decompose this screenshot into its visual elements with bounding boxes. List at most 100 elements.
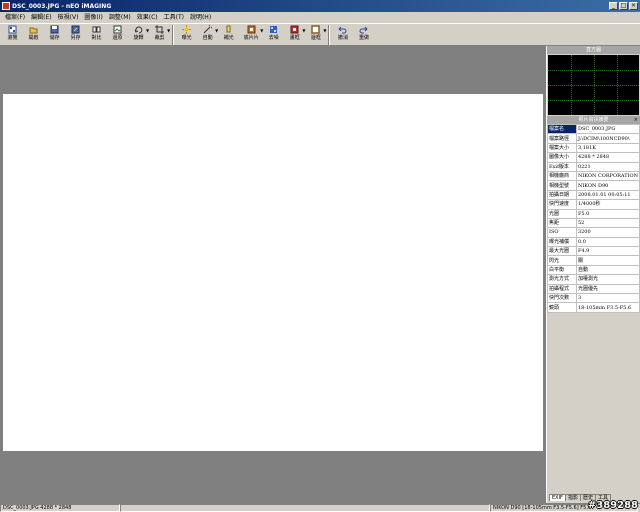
info-value: NIKON CORPORATION [575,170,640,182]
info-value: F4.9 [575,246,640,257]
table-row[interactable]: 檔案名 DSC_0003.JPG [547,123,640,135]
minimize-button[interactable]: _ [609,2,618,10]
menu-tools[interactable]: 工具(T) [161,13,187,23]
film-icon [247,25,256,34]
info-key: ISO [547,227,577,238]
crop-icon [155,25,165,34]
table-row[interactable]: 焦距 52 [547,217,640,229]
info-key: 拍攝程式 [547,283,577,295]
app-icon [2,2,10,10]
table-row[interactable]: 圖像大小 4288 * 2848 [547,152,640,163]
menu-adjust[interactable]: 調整(M) [106,13,134,23]
toolbar: 瀏覽 開啟 儲存 另存 對比 還原 旋轉 ▼ 裁剪 ▼ 曝光 自動 ▼ 補光 底… [0,23,640,46]
save-button[interactable]: 儲存 [44,24,65,46]
redo-button[interactable]: 重做 [353,24,374,46]
crop-dropdown-icon[interactable]: ▼ [167,28,170,33]
tab-exif[interactable]: EXIF [549,494,566,501]
info-key: 檔案名 [547,123,577,135]
exposure-icon [182,25,192,34]
info-value: 18-105mm F3.5-F5.6 [575,302,640,313]
info-key: 測光方式 [547,274,577,285]
open-button[interactable]: 開啟 [23,24,44,46]
table-row[interactable]: 檔案大小 3,181K [547,142,640,154]
watermark: #389288 [587,500,638,511]
status-bar: DSC_0003.JPG 4288 * 2848 NIKON D90 [18-1… [0,503,640,512]
close-button[interactable]: × [629,2,638,10]
info-key: Exif版本 [547,161,577,172]
info-key: 相機型號 [547,180,577,191]
frame-icon [290,25,299,34]
info-key: 快門速度 [547,199,577,210]
menu-help[interactable]: 說明(H) [187,13,214,23]
info-value: 自動 [575,264,640,276]
compare-icon [92,25,101,34]
undo-icon [338,25,347,34]
table-row[interactable]: 快門速度 1/4000秒 [547,199,640,210]
table-row[interactable]: 鏡頭 18-105mm F3.5-F5.6 [547,302,640,313]
table-row[interactable]: 白平衡 自動 [547,264,640,276]
table-row[interactable]: 曝光補償 0.0 [547,236,640,248]
save-as-button[interactable]: 另存 [65,24,86,46]
table-row[interactable]: 最大光圈 F4.9 [547,246,640,257]
folder-open-icon [29,25,38,34]
info-key: 圖像大小 [547,152,577,163]
table-row[interactable]: 拍攝程式 光圈優先 [547,283,640,295]
denoise-button[interactable]: 去噪 [263,24,284,46]
window-title: DSC_0003.JPG - nEO iMAGING [12,2,112,10]
info-value: 3 [575,293,640,304]
menu-effects[interactable]: 效果(C) [134,13,161,23]
histogram-gridline [594,55,595,115]
menu-view[interactable]: 檢視(V) [55,13,82,23]
menu-file[interactable]: 檔案(F) [2,13,28,23]
image-canvas[interactable] [3,94,543,451]
table-row[interactable]: 相機廠商 NIKON CORPORATION [547,170,640,182]
fill-light-button[interactable]: 補光 [218,24,239,46]
table-row[interactable]: 光圈 F5.0 [547,208,640,219]
tab-projection[interactable]: 指影 [564,494,581,501]
info-value: 0221 [575,161,640,172]
edge-dropdown-icon[interactable]: ▼ [323,28,326,33]
menu-edit[interactable]: 編輯(E) [28,13,54,23]
histogram [548,55,639,115]
exposure-button[interactable]: 曝光 [176,24,197,46]
toolbar-separator [328,25,331,45]
table-row[interactable]: 檔案路徑 J:\DCIM\100NCD90\ [547,133,640,144]
info-header: 照片資訊摘要 × [547,116,640,124]
app-window: DSC_0003.JPG - nEO iMAGING _ □ × 檔案(F) 編… [0,0,640,512]
table-row[interactable]: 閃光關 [547,255,640,266]
close-icon[interactable]: × [634,116,638,124]
restore-button[interactable]: 還原 [107,24,128,46]
rotate-icon [134,25,143,34]
image-workspace [0,46,546,503]
info-value: 光圈優先 [575,283,640,295]
info-key: 檔案路徑 [547,133,577,144]
info-value: 3200 [575,227,640,238]
table-row[interactable]: 快門次數 3 [547,293,640,304]
table-row[interactable]: 相機型號 NIKON D90 [547,180,640,191]
denoise-icon [269,25,278,34]
info-value: DSC_0003.JPG [575,123,640,135]
browse-button[interactable]: 瀏覽 [2,24,23,46]
title-bar: DSC_0003.JPG - nEO iMAGING _ □ × [0,0,640,12]
info-value: 加權測光 [575,274,640,285]
info-key: 光圈 [547,208,577,219]
table-row[interactable]: ISO 3200 [547,227,640,238]
compare-button[interactable]: 對比 [86,24,107,46]
info-key: 曝光補償 [547,236,577,248]
histogram-gridline [617,55,618,115]
info-value: 2008.01.01 00:05:11 [575,189,640,201]
info-value: 關 [575,255,640,266]
save-as-icon [71,25,80,34]
info-key: 相機廠商 [547,170,577,182]
restore-icon [113,25,122,34]
table-row[interactable]: Exif版本 0221 [547,161,640,172]
histogram-header: 直方圖 [547,46,640,54]
menu-image[interactable]: 圖像(I) [81,13,105,23]
info-key: 最大光圈 [547,246,577,257]
info-value: 0.0 [575,236,640,248]
table-row[interactable]: 測光方式 加權測光 [547,274,640,285]
table-row[interactable]: 拍攝日期 2008.01.01 00:05:11 [547,189,640,201]
maximize-button[interactable]: □ [619,2,628,10]
info-value: 3,181K [575,142,640,154]
undo-button[interactable]: 撤消 [332,24,353,46]
